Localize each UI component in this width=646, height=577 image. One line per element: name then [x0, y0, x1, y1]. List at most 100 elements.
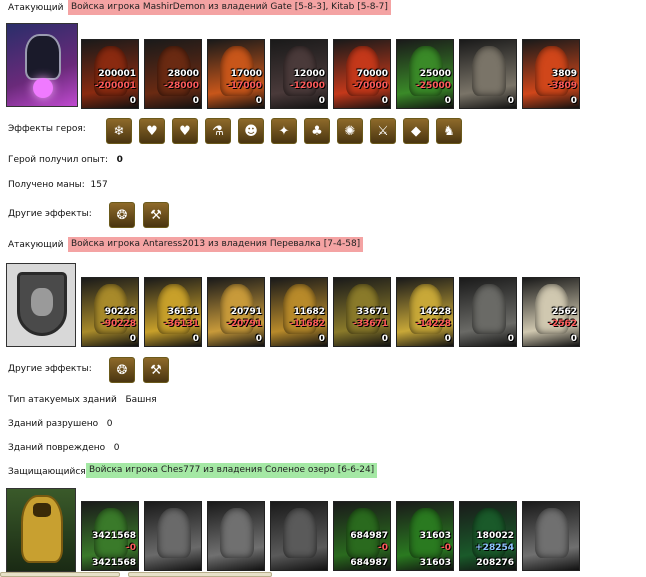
- unit-remaining: 31603: [419, 558, 451, 568]
- other-effects-label-2: Другие эффекты:: [8, 364, 92, 374]
- horizontal-scrollbar-right[interactable]: [128, 572, 272, 577]
- effect-icon[interactable]: ♣: [304, 118, 330, 144]
- unit-card[interactable]: 0: [459, 39, 517, 109]
- unit-loss: -2562: [548, 319, 577, 329]
- unit-loss: -20791: [226, 319, 262, 329]
- unit-card[interactable]: 12000 -12000 0: [270, 39, 328, 109]
- unit-card[interactable]: 20791 -20791 0: [207, 277, 265, 347]
- army-banner-2: Войска игрока Antaress2013 из владения П…: [68, 237, 364, 252]
- effect-icon[interactable]: ♥: [139, 118, 165, 144]
- unit-figure: [157, 508, 191, 558]
- unit-card[interactable]: 36131 -36131 0: [144, 277, 202, 347]
- buildings-damaged-row: Зданий повреждено 0: [8, 443, 119, 453]
- effect-glyph: ♥: [179, 123, 191, 139]
- unit-card[interactable]: 14228 -14228 0: [396, 277, 454, 347]
- unit-count: 180022: [476, 531, 514, 541]
- unit-count: 90228: [104, 307, 136, 317]
- unit-card[interactable]: 3809 -3809 0: [522, 39, 580, 109]
- hero-exp-row: Герой получил опыт: 0: [8, 155, 123, 165]
- effect-glyph: ⚒: [150, 207, 162, 223]
- unit-count: 20791: [230, 307, 262, 317]
- effect-icon[interactable]: ⚒: [143, 357, 169, 383]
- unit-remaining: 0: [381, 334, 388, 344]
- effect-glyph: ✺: [344, 123, 356, 139]
- unit-remaining: 0: [444, 96, 451, 106]
- effect-glyph: ⚒: [150, 362, 162, 378]
- effect-glyph: ☻: [244, 123, 258, 139]
- unit-figure: [283, 508, 317, 558]
- effect-icon[interactable]: ❂: [109, 202, 135, 228]
- unit-loss: -0: [378, 543, 388, 553]
- unit-remaining: 0: [192, 334, 199, 344]
- hero-portrait-golden[interactable]: [6, 488, 76, 572]
- hero-exp-value: 0: [116, 155, 123, 165]
- unit-card[interactable]: [270, 501, 328, 571]
- unit-card[interactable]: [144, 501, 202, 571]
- unit-card[interactable]: 70000 -70000 0: [333, 39, 391, 109]
- unit-remaining: 0: [507, 96, 514, 106]
- unit-count: 70000: [356, 69, 388, 79]
- effect-icon[interactable]: ◆: [403, 118, 429, 144]
- mana-label: Получено маны:: [8, 180, 85, 190]
- unit-card[interactable]: 25000 -25000 0: [396, 39, 454, 109]
- unit-remaining: 0: [381, 96, 388, 106]
- unit-remaining: 684987: [350, 558, 388, 568]
- effect-icon[interactable]: ❂: [109, 357, 135, 383]
- unit-card[interactable]: 180022 +28254 208276: [459, 501, 517, 571]
- army-banner-1: Войска игрока MashirDemon из владений Ga…: [68, 0, 391, 15]
- unit-loss: -33671: [352, 319, 388, 329]
- building-type-row: Тип атакуемых зданий Башня: [8, 395, 157, 405]
- unit-loss: -200001: [94, 81, 136, 91]
- unit-card[interactable]: 2562 -2562 0: [522, 277, 580, 347]
- unit-card[interactable]: 684987 -0 684987: [333, 501, 391, 571]
- effect-icon[interactable]: ✦: [271, 118, 297, 144]
- effect-icon[interactable]: ♞: [436, 118, 462, 144]
- unit-card[interactable]: 3421568 -0 3421568: [81, 501, 139, 571]
- hero-portrait-demon[interactable]: [6, 23, 78, 107]
- unit-count: 17000: [230, 69, 262, 79]
- effect-glyph: ✦: [278, 123, 290, 139]
- unit-card[interactable]: [207, 501, 265, 571]
- unit-card[interactable]: 200001 -200001 0: [81, 39, 139, 109]
- effect-icon[interactable]: ☻: [238, 118, 264, 144]
- horizontal-scrollbar-left[interactable]: [0, 572, 120, 577]
- unit-card[interactable]: 33671 -33671 0: [333, 277, 391, 347]
- unit-loss: -0: [126, 543, 136, 553]
- effect-glyph: ⚗: [212, 123, 224, 139]
- unit-remaining: 0: [318, 96, 325, 106]
- unit-remaining: 0: [255, 334, 262, 344]
- unit-card[interactable]: 0: [459, 277, 517, 347]
- defender-role-label: Защищающийся: [8, 467, 86, 477]
- hero-portrait-shield[interactable]: [6, 263, 76, 347]
- unit-remaining: 0: [570, 334, 577, 344]
- unit-count: 36131: [167, 307, 199, 317]
- unit-loss: -3809: [548, 81, 577, 91]
- effect-icon[interactable]: ♥: [172, 118, 198, 144]
- unit-card[interactable]: 90228 -90228 0: [81, 277, 139, 347]
- unit-figure: [472, 284, 506, 334]
- effect-icon[interactable]: ❄: [106, 118, 132, 144]
- unit-card[interactable]: 11682 -11682 0: [270, 277, 328, 347]
- army-banner-3: Войска игрока Ches777 из владения Солено…: [86, 463, 378, 478]
- unit-loss: -25000: [415, 81, 451, 91]
- unit-card[interactable]: [522, 501, 580, 571]
- effect-icon[interactable]: ✺: [337, 118, 363, 144]
- effect-icon[interactable]: ⚒: [143, 202, 169, 228]
- unit-card[interactable]: 17000 -17000 0: [207, 39, 265, 109]
- unit-remaining: 0: [444, 334, 451, 344]
- buildings-damaged-value: 0: [113, 443, 120, 453]
- effect-icon[interactable]: ⚔: [370, 118, 396, 144]
- effect-glyph: ◆: [411, 123, 421, 139]
- unit-remaining: 0: [507, 334, 514, 344]
- unit-count: 31603: [419, 531, 451, 541]
- unit-remaining: 208276: [476, 558, 514, 568]
- unit-remaining: 3421568: [92, 558, 136, 568]
- effect-icon[interactable]: ⚗: [205, 118, 231, 144]
- unit-loss: -36131: [163, 319, 199, 329]
- unit-card[interactable]: 28000 -28000 0: [144, 39, 202, 109]
- unit-count: 12000: [293, 69, 325, 79]
- unit-card[interactable]: 31603 -0 31603: [396, 501, 454, 571]
- attacker-role-label-1: Атакующий: [8, 3, 64, 13]
- unit-count: 684987: [350, 531, 388, 541]
- effect-glyph: ♥: [146, 123, 158, 139]
